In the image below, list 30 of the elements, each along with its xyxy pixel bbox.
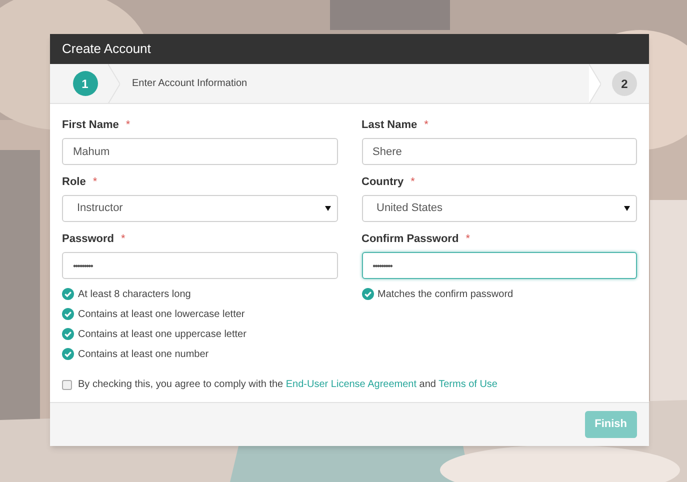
dialog-title: Create Account [62,40,151,58]
field-label: First Name [62,118,119,133]
field-label: Role [62,174,86,190]
select-field[interactable]: United States [362,195,637,222]
rule-text: Matches the confirm password [378,288,514,302]
select-field[interactable]: Instructor [62,195,338,222]
caret-icon [624,206,630,211]
rule-text: At least 8 characters long [78,288,191,302]
step-label: Enter Account Information [132,77,248,91]
required-mark: * [466,232,470,247]
required-mark: * [92,174,98,190]
field-label: Last Name [362,118,418,133]
step-number[interactable]: 2 [612,71,637,96]
caret-icon [324,206,330,211]
field-label: Confirm Password [362,232,459,247]
field-label: Password [62,232,114,247]
field-label: Country [362,174,404,190]
password-field[interactable]: ••••••••• [62,252,338,279]
rule-text: Contains at least one lowercase letter [78,308,245,322]
required-mark: * [410,174,415,190]
input-field[interactable]: Shere [362,138,637,165]
input-field[interactable]: Mahum [62,138,338,165]
agreement-text: By checking this, you agree to comply with the End-User License Agreement and Terms of Use [78,378,498,392]
rule-text: Contains at least one number [78,348,209,362]
required-mark: * [424,118,428,133]
rule-text: Contains at least one uppercase letter [78,328,246,342]
required-mark: * [120,232,126,247]
password-field[interactable]: ••••••••• [362,252,637,279]
required-mark: * [126,118,130,133]
checkbox[interactable] [62,380,72,390]
